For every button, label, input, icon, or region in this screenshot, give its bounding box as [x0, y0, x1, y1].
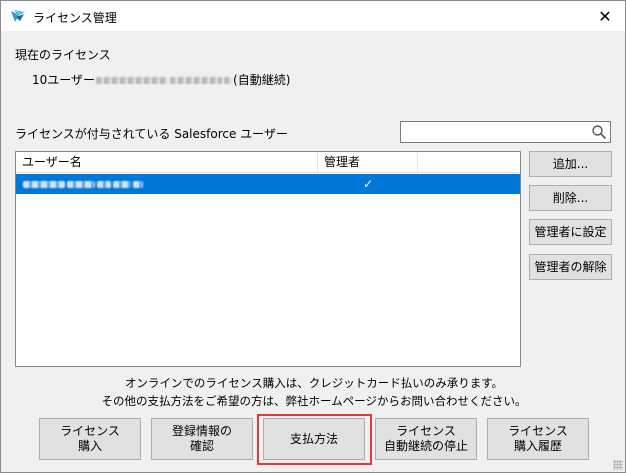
confirm-registration-label-2: 確認	[189, 439, 214, 453]
redacted-license-name-3	[224, 77, 233, 84]
resize-grip[interactable]	[613, 460, 623, 470]
window-title: ライセンス管理	[33, 11, 117, 25]
search-icon[interactable]	[591, 124, 607, 140]
licensed-users-table[interactable]: ユーザー名 管理者 ✓	[15, 151, 521, 367]
delete-button[interactable]: 削除...	[529, 185, 612, 211]
current-license-heading: 現在のライセンス	[15, 48, 111, 62]
column-header-empty	[418, 152, 520, 172]
close-icon[interactable]: ✕	[585, 1, 625, 31]
license-management-window: ライセンス管理 ✕ 現在のライセンス 10ユーザー (自動継続) ライセンスが付与…	[0, 0, 626, 473]
purchase-history-label-1: ライセンス	[508, 424, 568, 438]
current-license-value: 10ユーザー (自動継続)	[32, 71, 290, 88]
payment-method-label: 支払方法	[289, 431, 338, 446]
purchase-license-button[interactable]: ライセンス 購入	[39, 418, 141, 460]
admin-check-icon: ✓	[362, 177, 374, 191]
notice-line-1: オンラインでのライセンス購入は、クレジットカード払いのみ承ります。	[124, 376, 504, 390]
redacted-license-name	[96, 77, 169, 84]
purchase-license-label-2: 購入	[77, 439, 102, 453]
redacted-username-2	[67, 181, 95, 188]
license-renewal-status: (自動継続)	[233, 73, 291, 87]
app-logo-icon	[10, 9, 26, 23]
column-header-username[interactable]: ユーザー名	[16, 152, 318, 172]
confirm-registration-label-1: 登録情報の	[171, 424, 232, 438]
stop-auto-renew-button[interactable]: ライセンス 自動継続の停止	[375, 418, 477, 460]
add-button[interactable]: 追加...	[529, 151, 612, 177]
confirm-registration-button[interactable]: 登録情報の 確認	[151, 418, 253, 460]
redacted-username-5	[133, 181, 143, 188]
remove-admin-button[interactable]: 管理者の解除	[529, 254, 612, 280]
purchase-history-button[interactable]: ライセンス 購入履歴	[487, 418, 589, 460]
redacted-username-3	[97, 181, 111, 188]
redacted-username	[23, 181, 65, 188]
table-header: ユーザー名 管理者	[16, 152, 520, 173]
purchase-license-label-1: ライセンス	[60, 424, 120, 438]
notice-line-2: その他の支払方法をご希望の方は、弊社ホームページからお問い合わせください。	[101, 394, 527, 408]
stop-auto-renew-label-1: ライセンス	[396, 424, 456, 438]
column-header-admin[interactable]: 管理者	[318, 152, 418, 172]
user-search-input[interactable]	[400, 121, 611, 143]
payment-method-button[interactable]: 支払方法	[263, 418, 365, 460]
table-row[interactable]: ✓	[16, 174, 520, 194]
license-count: 10ユーザー	[32, 73, 96, 87]
set-admin-button[interactable]: 管理者に設定	[529, 219, 612, 245]
stop-auto-renew-label-2: 自動継続の停止	[383, 439, 468, 453]
redacted-license-name-2	[170, 77, 223, 84]
redacted-username-4	[113, 181, 131, 188]
licensed-users-label: ライセンスが付与されている Salesforce ユーザー	[15, 127, 288, 141]
title-bar: ライセンス管理 ✕	[1, 1, 625, 31]
purchase-history-label-2: 購入履歴	[513, 439, 562, 453]
username-cell	[22, 174, 312, 194]
